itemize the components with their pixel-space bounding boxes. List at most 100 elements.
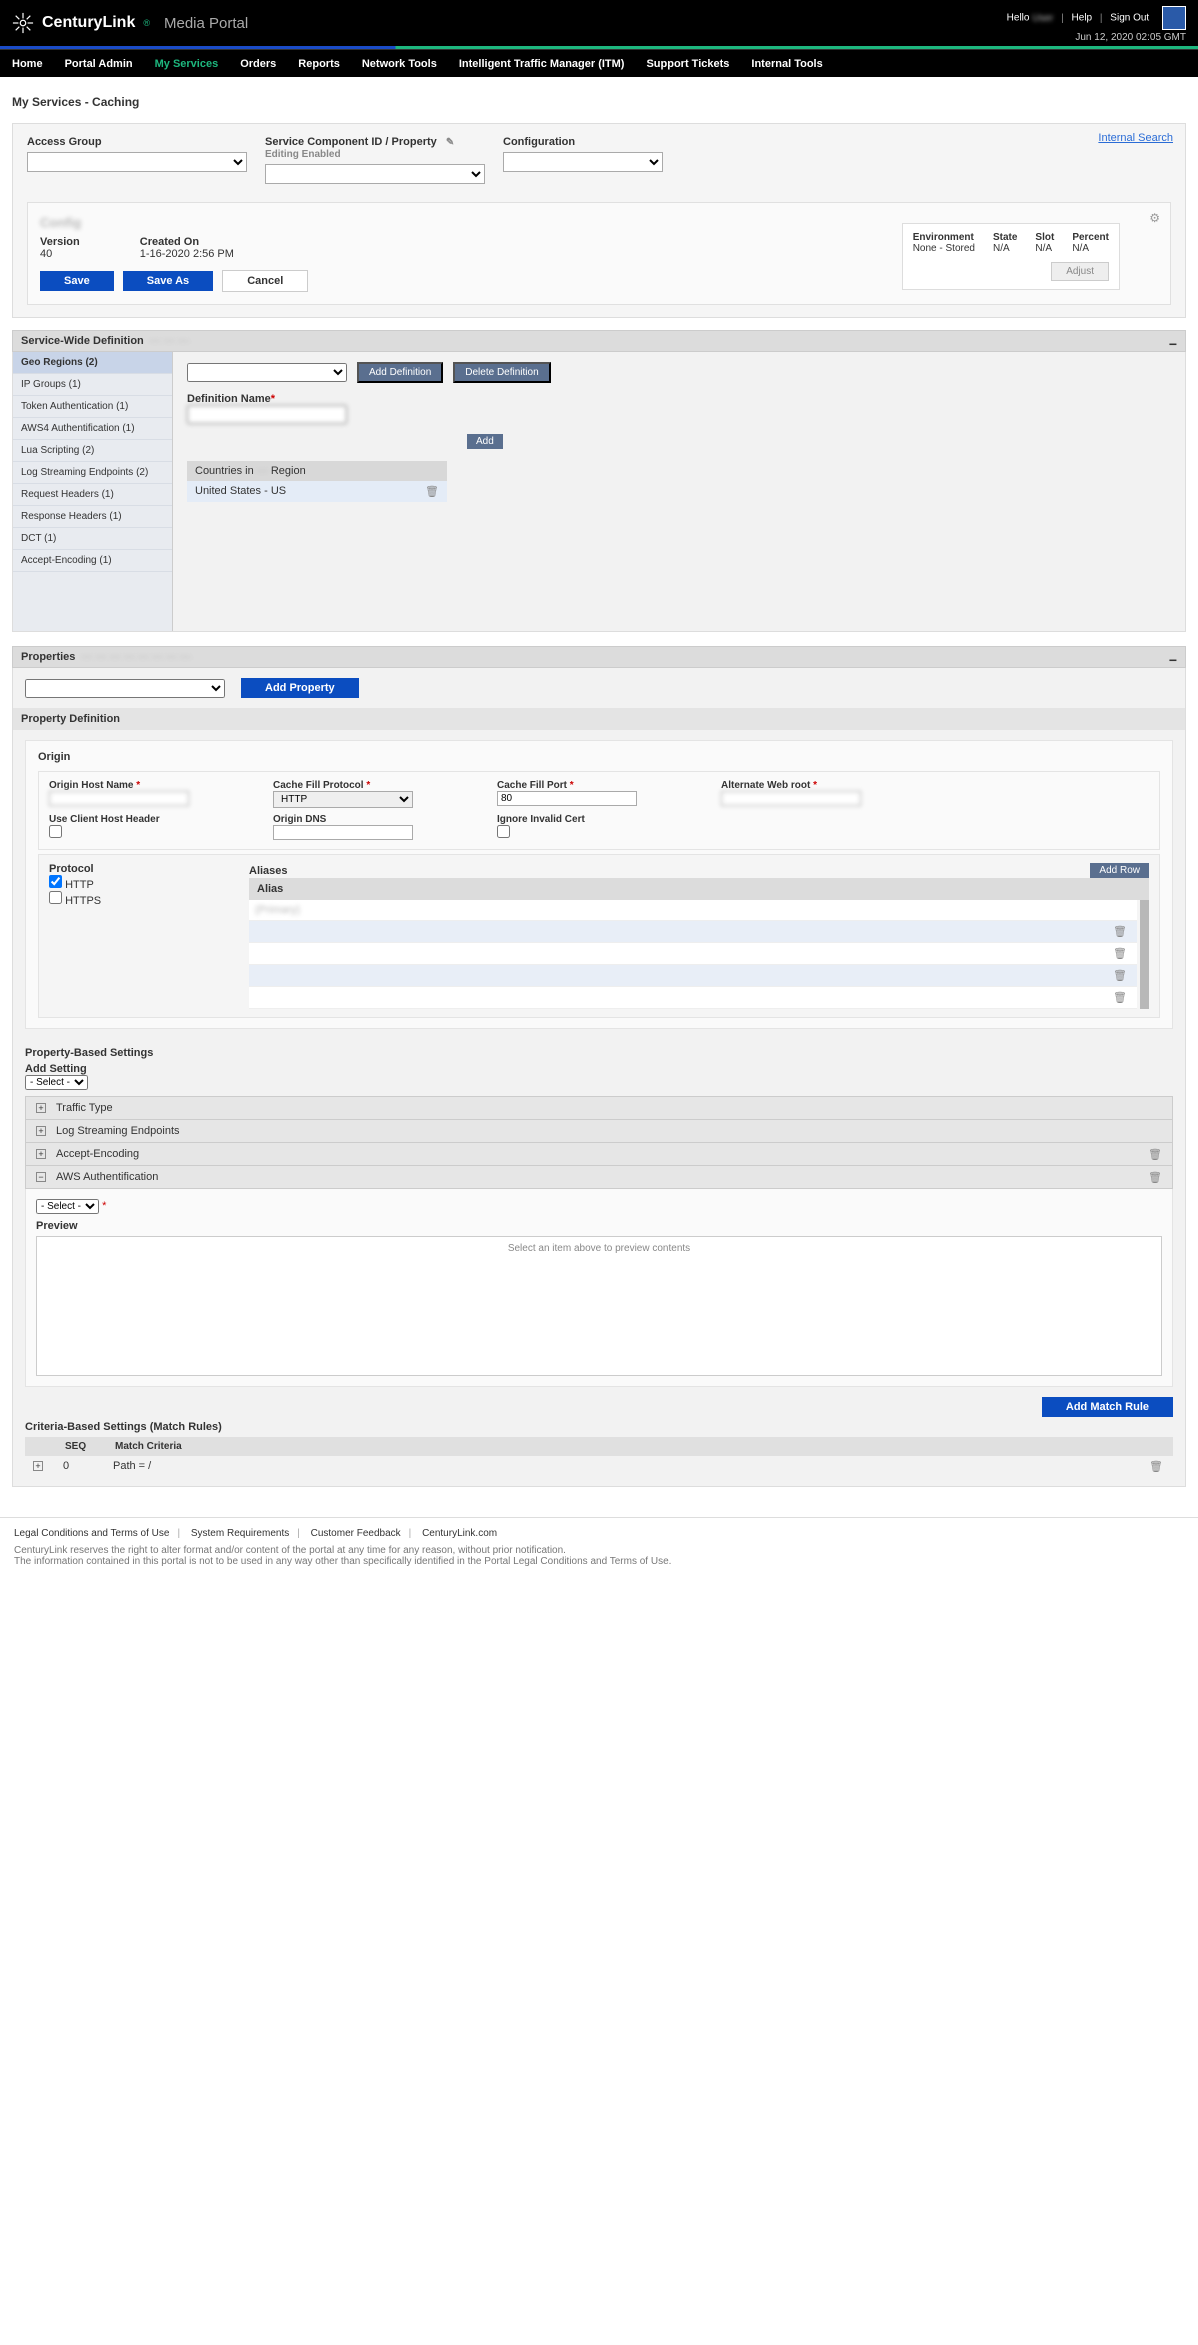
tab-accept-encoding[interactable]: Accept-Encoding (1) <box>13 550 172 572</box>
country-value: United States - US <box>195 485 286 498</box>
config-select[interactable] <box>503 152 663 172</box>
portal-name: Media Portal <box>164 15 248 32</box>
use-client-host-header-checkbox[interactable] <box>49 825 62 838</box>
aliases-label: Aliases <box>249 865 288 877</box>
adjust-button[interactable]: Adjust <box>1051 262 1109 281</box>
setting-row-log-streaming[interactable]: +Log Streaming Endpoints <box>25 1120 1173 1143</box>
help-link[interactable]: Help <box>1072 13 1093 24</box>
aws-auth-select[interactable]: - Select - <box>36 1199 99 1214</box>
origin-header: Origin <box>38 751 1160 763</box>
env-value: None - Stored <box>913 243 975 254</box>
signout-link[interactable]: Sign Out <box>1110 13 1149 24</box>
delete-definition-button[interactable]: Delete Definition <box>453 362 550 383</box>
logo: CenturyLink® Media Portal <box>12 12 248 34</box>
hello-label: Hello <box>1007 13 1030 24</box>
access-group-select[interactable] <box>27 152 247 172</box>
definition-name-input[interactable] <box>187 405 347 424</box>
footer-legal[interactable]: Legal Conditions and Terms of Use <box>14 1528 169 1539</box>
trash-icon[interactable]: 🗑 <box>1148 1171 1162 1184</box>
add-definition-button[interactable]: Add Definition <box>357 362 443 383</box>
percent-label: Percent <box>1072 232 1109 243</box>
expand-icon[interactable]: + <box>33 1461 43 1471</box>
nav-internal[interactable]: Internal Tools <box>751 58 822 70</box>
footer-line1: CenturyLink reserves the right to alter … <box>14 1545 1184 1556</box>
footer-line2: The information contained in this portal… <box>14 1556 1184 1567</box>
rule-seq: 0 <box>63 1460 93 1472</box>
tab-request-headers[interactable]: Request Headers (1) <box>13 484 172 506</box>
swd-body: Geo Regions (2) IP Groups (1) Token Auth… <box>12 352 1186 632</box>
trash-icon[interactable]: 🗑 <box>1109 947 1131 960</box>
footer-cl[interactable]: CenturyLink.com <box>422 1528 497 1539</box>
trash-icon[interactable]: 🗑 <box>1109 969 1131 982</box>
trash-icon[interactable]: 🗑 <box>1109 925 1131 938</box>
match-rule-row: + 0 Path = / 🗑 <box>25 1456 1173 1476</box>
alias-row: 🗑 <box>249 965 1137 987</box>
nav-reports[interactable]: Reports <box>298 58 340 70</box>
nav-orders[interactable]: Orders <box>240 58 276 70</box>
match-criteria-header: SEQ Match Criteria <box>25 1437 1173 1456</box>
http-checkbox[interactable] <box>49 875 62 888</box>
cancel-button[interactable]: Cancel <box>222 270 308 292</box>
setting-row-traffic-type[interactable]: +Traffic Type <box>25 1096 1173 1120</box>
collapse-icon[interactable]: − <box>1169 336 1177 352</box>
tab-aws4-auth[interactable]: AWS4 Authentification (1) <box>13 418 172 440</box>
tab-response-headers[interactable]: Response Headers (1) <box>13 506 172 528</box>
tab-token-auth[interactable]: Token Authentication (1) <box>13 396 172 418</box>
add-row-button[interactable]: Add Row <box>1090 863 1149 878</box>
collapse-icon[interactable]: − <box>36 1172 46 1182</box>
footer-feedback[interactable]: Customer Feedback <box>311 1528 401 1539</box>
alternate-web-root-input[interactable] <box>721 791 861 806</box>
page-title: My Services - Caching <box>12 95 1186 109</box>
tab-lua-scripting[interactable]: Lua Scripting (2) <box>13 440 172 462</box>
expand-icon[interactable]: + <box>36 1149 46 1159</box>
topbar: CenturyLink® Media Portal Hello User | H… <box>0 0 1198 46</box>
origin-dns-input[interactable] <box>273 825 413 840</box>
footer-sysreq[interactable]: System Requirements <box>191 1528 289 1539</box>
trash-icon[interactable]: 🗑 <box>1109 991 1131 1004</box>
nav-portal-admin[interactable]: Portal Admin <box>65 58 133 70</box>
nav-my-services[interactable]: My Services <box>155 58 219 70</box>
tab-dct[interactable]: DCT (1) <box>13 528 172 550</box>
add-button[interactable]: Add <box>467 434 503 449</box>
scid-select[interactable] <box>265 164 485 184</box>
scrollbar[interactable] <box>1140 900 1149 1009</box>
definition-select[interactable] <box>187 363 347 382</box>
vyx-badge-icon <box>1162 6 1186 30</box>
cache-fill-port-input[interactable] <box>497 791 637 806</box>
add-setting-select[interactable]: - Select - <box>25 1075 88 1090</box>
properties-header[interactable]: Properties — — — — — — — — − <box>12 646 1186 668</box>
nav-network-tools[interactable]: Network Tools <box>362 58 437 70</box>
nav-home[interactable]: Home <box>12 58 43 70</box>
nav-itm[interactable]: Intelligent Traffic Manager (ITM) <box>459 58 625 70</box>
trash-icon[interactable]: 🗑 <box>1149 1460 1163 1473</box>
save-as-button[interactable]: Save As <box>123 271 213 291</box>
expand-icon[interactable]: + <box>36 1103 46 1113</box>
swd-header[interactable]: Service-Wide Definition — — — − <box>12 330 1186 352</box>
property-select[interactable] <box>25 679 225 698</box>
top-right: Hello User | Help | Sign Out Jun 12, 202… <box>1007 6 1186 43</box>
cache-fill-protocol-select[interactable]: HTTP <box>273 791 413 808</box>
ignore-invalid-cert-checkbox[interactable] <box>497 825 510 838</box>
tab-ip-groups[interactable]: IP Groups (1) <box>13 374 172 396</box>
swd-header-label: Service-Wide Definition <box>21 335 144 347</box>
trash-icon[interactable]: 🗑 <box>425 485 439 498</box>
rule-match: Path = / <box>113 1460 151 1472</box>
add-setting-label: Add Setting <box>25 1063 1173 1075</box>
expand-icon[interactable]: + <box>36 1126 46 1136</box>
properties-body: Add Property Property Definition Origin … <box>12 668 1186 1487</box>
add-property-button[interactable]: Add Property <box>241 678 359 698</box>
collapse-icon[interactable]: − <box>1169 652 1177 668</box>
setting-row-aws-auth[interactable]: −AWS Authentification🗑 <box>25 1166 1173 1189</box>
save-button[interactable]: Save <box>40 271 114 291</box>
origin-host-name-input[interactable] <box>49 791 189 806</box>
trash-icon[interactable]: 🗑 <box>1148 1148 1162 1161</box>
add-match-rule-button[interactable]: Add Match Rule <box>1042 1397 1173 1417</box>
tab-log-streaming[interactable]: Log Streaming Endpoints (2) <box>13 462 172 484</box>
https-checkbox[interactable] <box>49 891 62 904</box>
internal-search-link[interactable]: Internal Search <box>1098 132 1173 144</box>
percent-value: N/A <box>1072 243 1089 254</box>
setting-row-accept-encoding[interactable]: +Accept-Encoding🗑 <box>25 1143 1173 1166</box>
nav-tickets[interactable]: Support Tickets <box>646 58 729 70</box>
tab-geo-regions[interactable]: Geo Regions (2) <box>13 352 172 374</box>
country-row: United States - US 🗑 <box>187 481 447 502</box>
